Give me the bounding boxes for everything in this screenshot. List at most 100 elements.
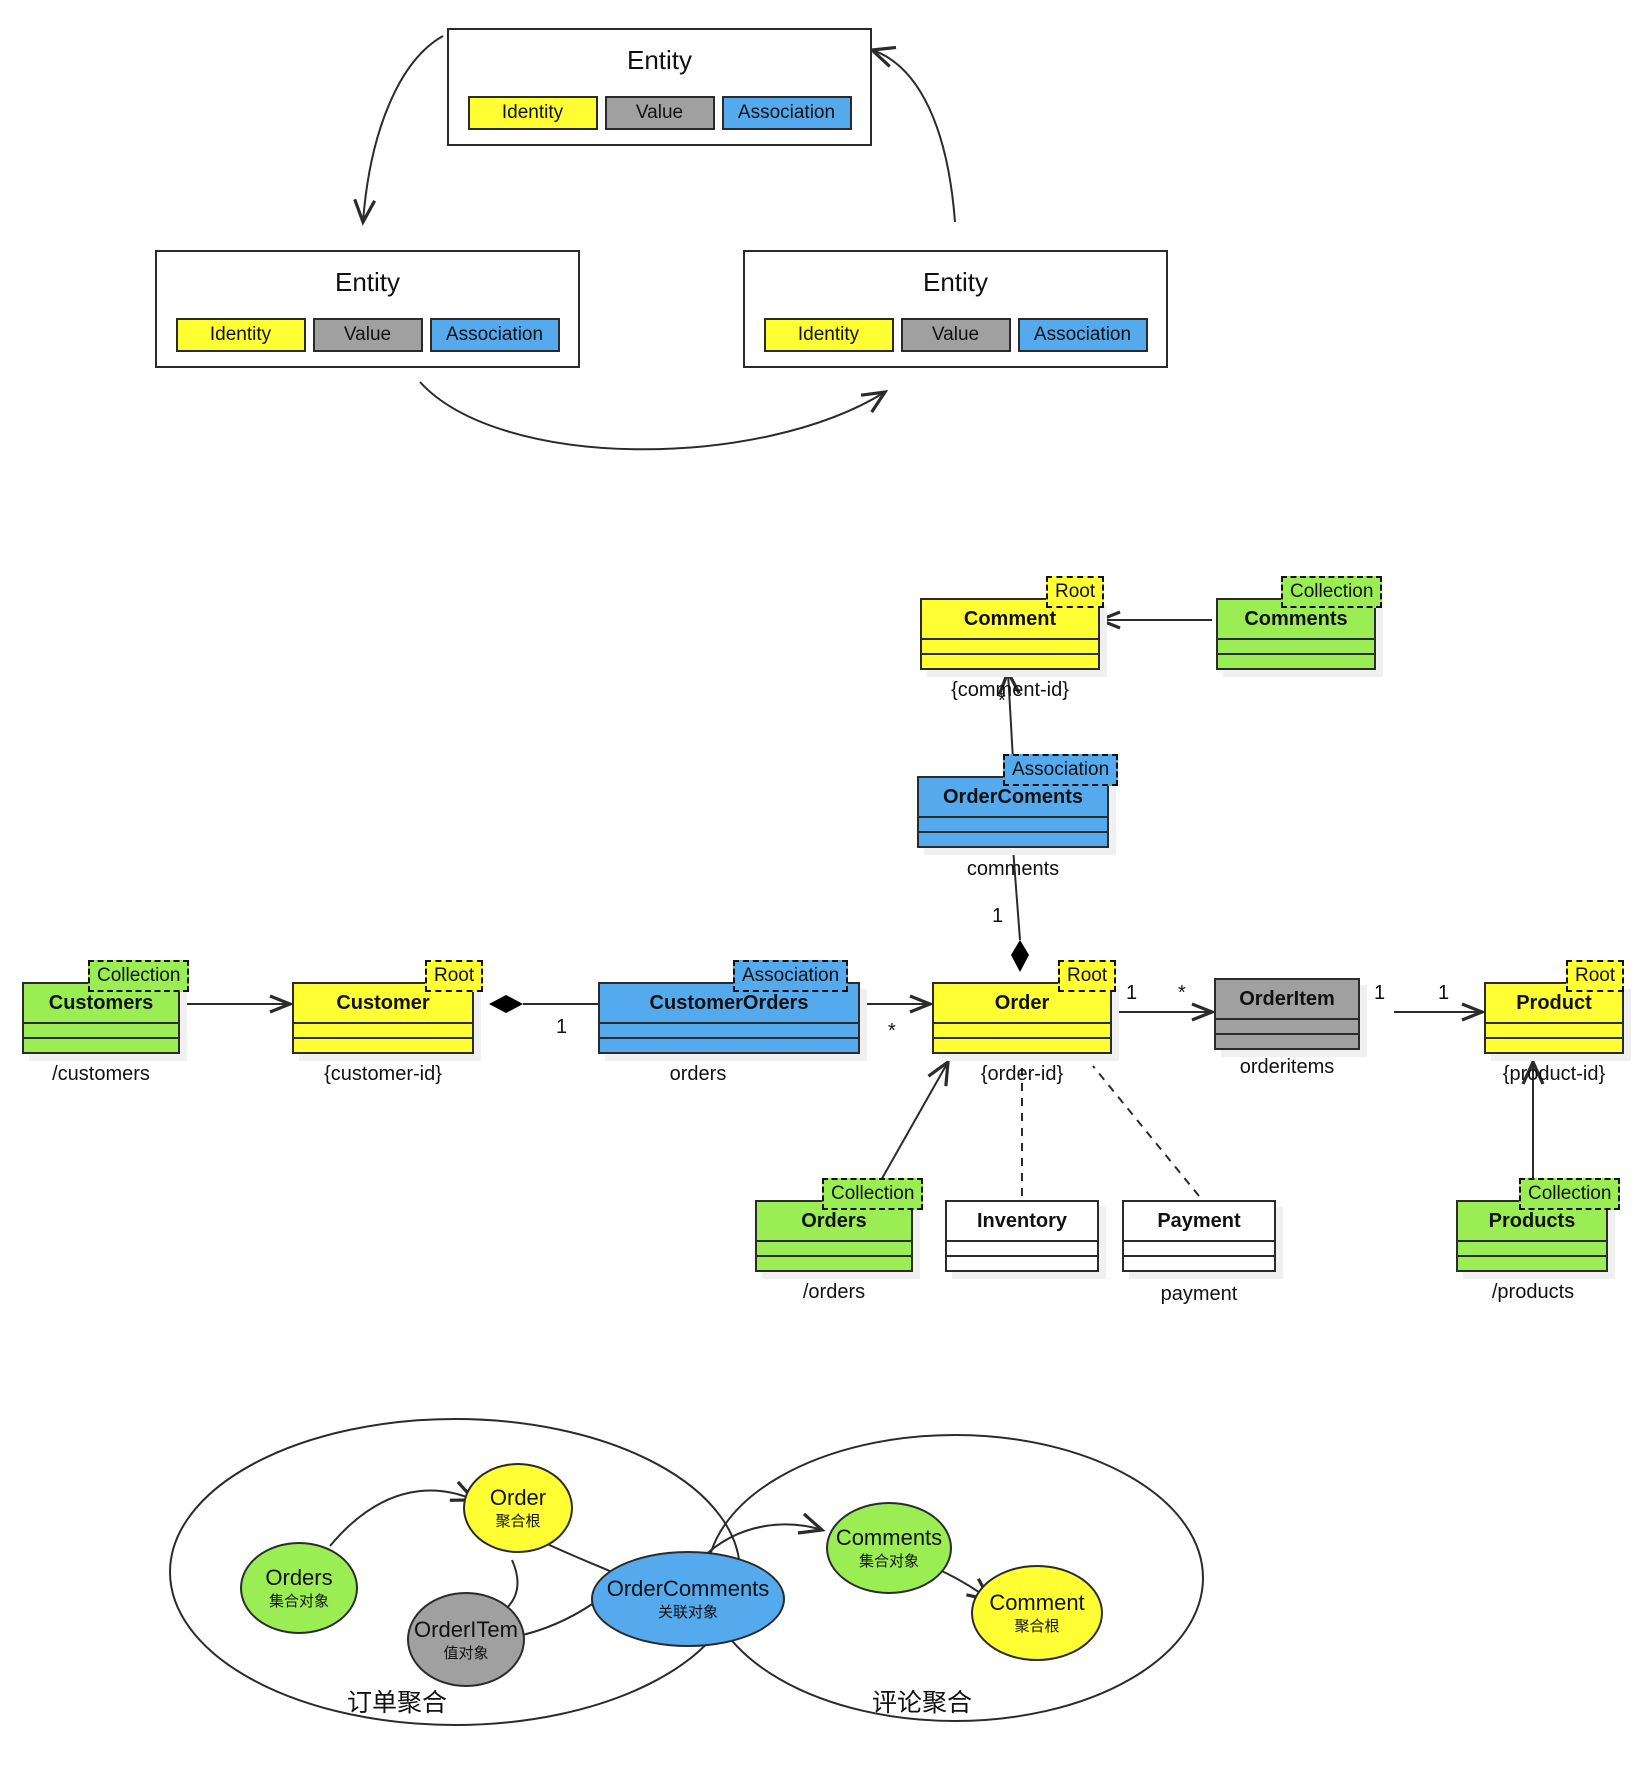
class-caption: /orders — [802, 1281, 866, 1303]
entity-slot-value: Value — [900, 318, 1011, 352]
box-body: OrderComents — [917, 776, 1109, 848]
node-title: OrderITem — [414, 1616, 518, 1642]
entity-slot-group: Identity Value Association — [745, 318, 1166, 352]
class-caption: {comment-id} — [951, 679, 1069, 701]
aggregate-node-orders[interactable]: Orders 集合对象 — [240, 1542, 358, 1634]
class-caption: orders — [669, 1063, 727, 1085]
class-caption: comments — [966, 858, 1060, 880]
class-compartment — [1124, 1242, 1274, 1257]
class-box-payment[interactable]: Payment — [1122, 1200, 1283, 1279]
class-caption: /products — [1491, 1281, 1575, 1303]
entity-slot-identity: Identity — [175, 318, 306, 352]
node-subtitle: 集合对象 — [268, 1593, 329, 1610]
class-box-customers[interactable]: Customers — [22, 982, 187, 1061]
stereotype-badge-collection: Collection — [822, 1178, 924, 1210]
class-compartment — [1486, 1039, 1622, 1052]
box-body: Payment — [1122, 1200, 1276, 1272]
box-body: Products — [1456, 1200, 1608, 1272]
class-caption: payment — [1160, 1283, 1238, 1305]
multiplicity-orders-order: * — [888, 1020, 896, 1042]
class-box-customerorders[interactable]: CustomerOrders — [598, 982, 867, 1061]
class-compartment — [1486, 1024, 1622, 1039]
node-subtitle: 关联对象 — [657, 1604, 718, 1621]
class-compartment — [1124, 1257, 1274, 1270]
class-compartment — [934, 1039, 1110, 1052]
class-box-products[interactable]: Products — [1456, 1200, 1615, 1279]
aggregate-group-label-order: 订单聚合 — [347, 1689, 448, 1717]
class-caption: orderitems — [1239, 1056, 1335, 1078]
class-compartment — [1216, 1020, 1358, 1035]
entity-title: Entity — [334, 267, 401, 297]
class-caption: /customers — [52, 1063, 150, 1085]
node-subtitle: 值对象 — [443, 1644, 489, 1662]
class-box-comment[interactable]: Comment — [920, 598, 1107, 677]
class-box-ordercoments[interactable]: OrderComents — [917, 776, 1116, 855]
class-box-orderitem[interactable]: OrderItem — [1214, 978, 1367, 1057]
aggregate-node-orderitem[interactable]: OrderITem 值对象 — [407, 1592, 525, 1687]
box-body: OrderItem — [1214, 978, 1360, 1050]
multiplicity-item-product-right: 1 — [1438, 982, 1450, 1004]
class-caption: {order-id} — [980, 1063, 1064, 1085]
class-compartment — [1218, 640, 1374, 655]
class-compartment — [919, 818, 1107, 833]
class-box-product[interactable]: Product — [1484, 982, 1631, 1061]
class-name: Inventory — [947, 1202, 1097, 1242]
box-body: Order — [932, 982, 1112, 1054]
class-caption: {customer-id} — [324, 1063, 442, 1085]
entity-slot-value: Value — [312, 318, 423, 352]
node-title: Comment — [989, 1590, 1085, 1615]
node-title: Orders — [265, 1565, 333, 1590]
multiplicity-comment-star: * — [998, 690, 1006, 712]
entity-slot-identity: Identity — [763, 318, 894, 352]
class-compartment — [24, 1024, 178, 1039]
class-compartment — [947, 1242, 1097, 1257]
class-box-orders[interactable]: Orders — [755, 1200, 920, 1279]
entity-box-left: Entity Identity Value Association — [155, 250, 580, 368]
class-box-order[interactable]: Order — [932, 982, 1119, 1061]
stereotype-badge-root: Root — [1058, 960, 1117, 992]
entity-title: Entity — [626, 45, 693, 75]
box-body: Inventory — [945, 1200, 1099, 1272]
aggregate-group-label-comment: 评论聚合 — [872, 1689, 973, 1717]
box-body: Customers — [22, 982, 180, 1054]
diagram-canvas: Entity Identity Value Association Entity… — [0, 0, 1646, 1776]
entity-box-right: Entity Identity Value Association — [743, 250, 1168, 368]
class-name: OrderItem — [1216, 980, 1358, 1020]
class-compartment — [757, 1257, 911, 1270]
entity-slot-group: Identity Value Association — [157, 318, 578, 352]
entity-box-top: Entity Identity Value Association — [447, 28, 872, 146]
box-body: Customer — [292, 982, 474, 1054]
node-subtitle: 聚合根 — [495, 1513, 541, 1530]
class-box-comments[interactable]: Comments — [1216, 598, 1383, 677]
class-caption: {product-id} — [1502, 1063, 1606, 1085]
multiplicity-customer-orders: 1 — [556, 1016, 568, 1038]
class-name: Payment — [1124, 1202, 1274, 1242]
class-box-inventory[interactable]: Inventory — [945, 1200, 1106, 1279]
aggregate-node-comment[interactable]: Comment 聚合根 — [971, 1565, 1103, 1661]
box-body: Product — [1484, 982, 1624, 1054]
multiplicity-item-product-left: 1 — [1374, 982, 1386, 1004]
class-compartment — [947, 1257, 1097, 1270]
class-compartment — [757, 1242, 911, 1257]
aggregate-node-comments[interactable]: Comments 集合对象 — [826, 1502, 952, 1594]
box-body: Orders — [755, 1200, 913, 1272]
stereotype-badge-association: Association — [1003, 754, 1119, 786]
class-compartment — [1216, 1035, 1358, 1048]
stereotype-badge-root: Root — [1046, 576, 1105, 608]
node-title: Order — [489, 1485, 547, 1510]
aggregate-node-order[interactable]: Order 聚合根 — [463, 1463, 573, 1553]
class-compartment — [24, 1039, 178, 1052]
stereotype-badge-root: Root — [425, 960, 484, 992]
class-box-customer[interactable]: Customer — [292, 982, 481, 1061]
multiplicity-order-item-left: 1 — [1126, 982, 1138, 1004]
class-compartment — [600, 1039, 858, 1052]
box-body: Comments — [1216, 598, 1376, 670]
class-compartment — [294, 1039, 472, 1052]
stereotype-badge-collection: Collection — [1519, 1178, 1621, 1210]
class-compartment — [294, 1024, 472, 1039]
entity-slot-value: Value — [604, 96, 715, 130]
entity-slot-association: Association — [721, 96, 852, 130]
aggregate-node-ordercomments[interactable]: OrderComments 关联对象 — [591, 1551, 785, 1647]
class-compartment — [934, 1024, 1110, 1039]
entity-slot-group: Identity Value Association — [449, 96, 870, 130]
